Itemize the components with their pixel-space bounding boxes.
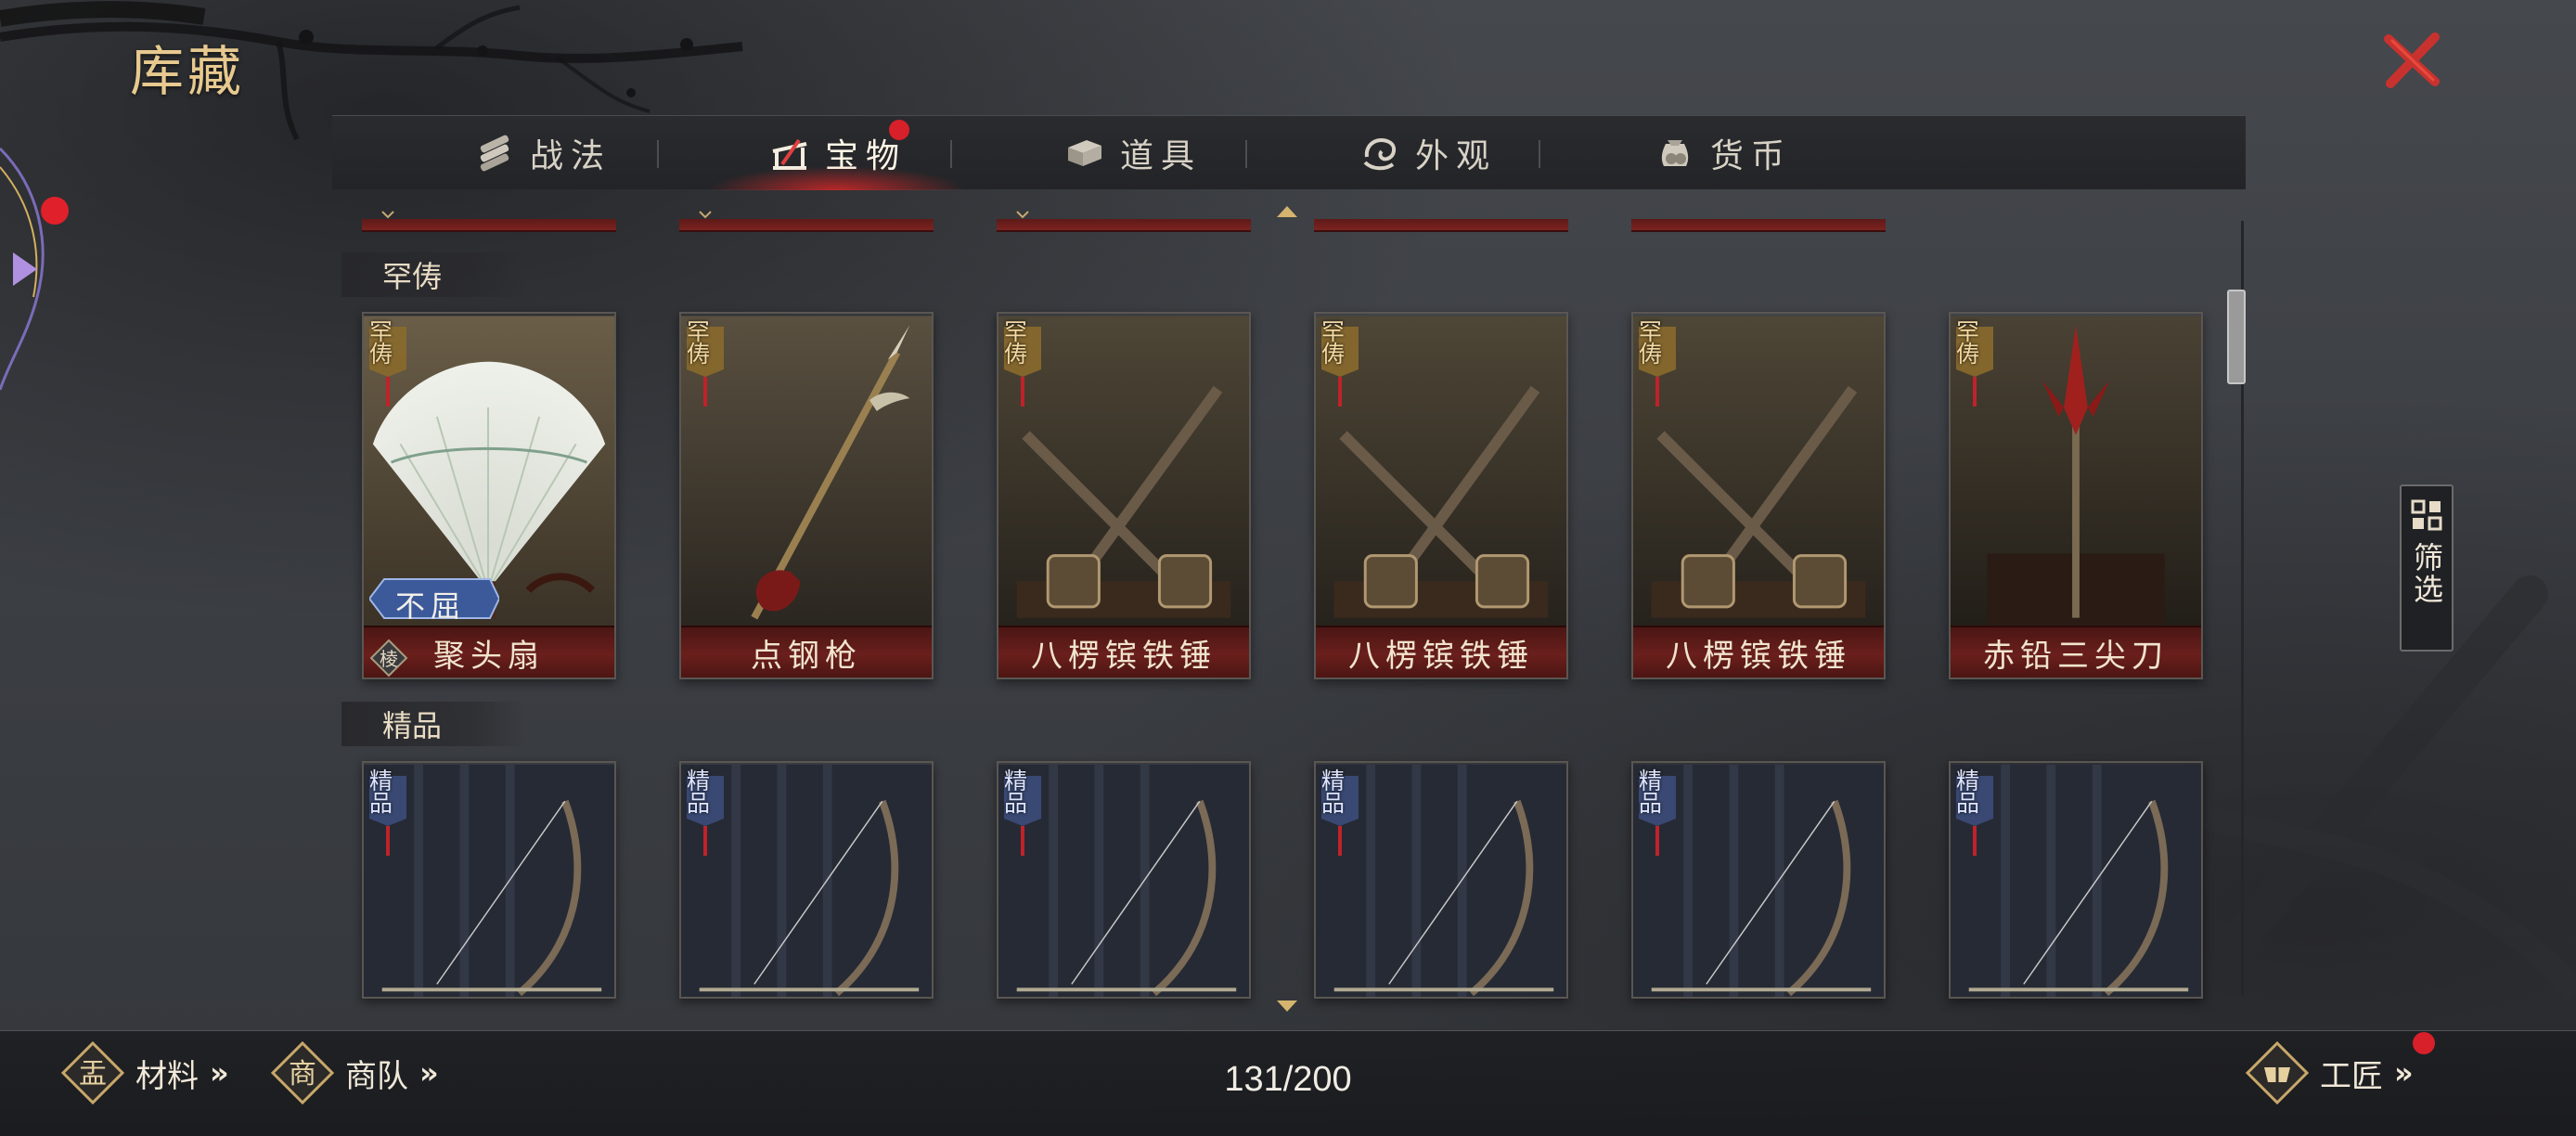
chevron-down-icon [1016, 211, 1029, 219]
treasure-card[interactable]: 罕俦 赤铅三尖刀 [1949, 312, 2203, 679]
filter-button[interactable]: 筛选 [2400, 484, 2454, 652]
tab-appearance[interactable]: 外观 [1288, 116, 1566, 190]
close-icon[interactable] [2379, 28, 2444, 93]
item-name: 八楞镔铁锤 [1316, 626, 1566, 678]
ribbon-label: 不屈 [395, 588, 467, 624]
treasure-card[interactable]: 罕俦 点钢枪 [679, 312, 934, 679]
rarity-badge-label: 精品 [687, 768, 711, 817]
section-label-fine: 精品 [341, 702, 527, 746]
scroll-up-icon[interactable] [1275, 204, 1299, 219]
materials-icon: 盂 [60, 1040, 125, 1105]
chevron-right-icon: » [2394, 1055, 2414, 1091]
rarity-badge-label: 精品 [1956, 768, 1980, 817]
treasure-card[interactable]: 精品 [997, 761, 1251, 999]
chevron-right-icon: » [210, 1055, 229, 1091]
swirl-icon [1363, 138, 1396, 171]
materials-label: 材料 [135, 1057, 199, 1095]
coin-bag-icon [1661, 140, 1689, 166]
tab-label: 道具 [1119, 137, 1202, 175]
tab-divider [950, 140, 952, 168]
rarity-badge-label: 罕俦 [1639, 318, 1663, 368]
previous-row-card-edge [1631, 219, 1886, 232]
item-name: 八楞镔铁锤 [998, 626, 1249, 678]
chevron-right-icon: » [419, 1055, 439, 1091]
scroll-down-icon[interactable] [1275, 999, 1299, 1013]
seal-text: 棱 [380, 648, 398, 670]
storage-count: 131/200 [1224, 1060, 1352, 1099]
item-name-text: 赤铅三尖刀 [1983, 637, 2169, 675]
tab-label: 货币 [1709, 137, 1792, 175]
treasure-card[interactable]: 精品 [679, 761, 934, 999]
item-name-text: 八楞镔铁锤 [1666, 637, 1851, 675]
treasure-card[interactable]: 精品 [1949, 761, 2203, 999]
tab-tactics[interactable]: 战法 [403, 116, 681, 190]
tab-treasures[interactable]: 宝物 [698, 116, 976, 190]
workshop-icon [2245, 1040, 2310, 1105]
section-label-rare: 罕俦 [341, 252, 527, 297]
tab-label: 战法 [529, 137, 612, 175]
treasure-card[interactable]: 精品 [362, 761, 616, 999]
tab-divider [1539, 140, 1540, 168]
tab-currency[interactable]: 货币 [1583, 116, 1861, 190]
treasure-card[interactable]: 精品 [1631, 761, 1886, 999]
rarity-badge-label: 精品 [1004, 768, 1028, 817]
tab-label: 外观 [1414, 137, 1497, 175]
rarity-badge-label: 罕俦 [369, 318, 393, 368]
scrollbar-thumb[interactable] [2227, 290, 2246, 384]
rarity-badge-label: 罕俦 [687, 318, 711, 368]
seal-icon: 棱 [369, 639, 408, 678]
tab-notification-dot [889, 120, 909, 140]
grid-filter-icon [2411, 499, 2442, 531]
tab-bar: 战法 宝物 道具 外观 货币 [332, 115, 2246, 190]
weapon-rack-icon [772, 138, 807, 170]
chevron-down-icon [381, 211, 394, 219]
caravan-icon: 商 [270, 1040, 335, 1105]
side-notification-dot [41, 197, 69, 225]
tab-items[interactable]: 道具 [993, 116, 1271, 190]
rarity-badge-label: 罕俦 [1956, 318, 1980, 368]
tab-divider [657, 140, 659, 168]
caravan-icon-char: 商 [289, 1058, 316, 1091]
item-name: 赤铅三尖刀 [1951, 626, 2201, 678]
item-name: 点钢枪 [681, 626, 932, 678]
workshop-notification-dot [2413, 1032, 2435, 1054]
treasure-card[interactable]: 罕俦 八楞镔铁锤 [1314, 312, 1568, 679]
item-name-text: 八楞镔铁锤 [1031, 637, 1217, 675]
tab-divider [1245, 140, 1247, 168]
scroll-bundle-icon [480, 135, 509, 172]
rarity-badge-label: 罕俦 [1321, 318, 1346, 368]
previous-row-card-edge [362, 219, 616, 232]
previous-row-card-edge [1314, 219, 1568, 232]
item-name-text: 点钢枪 [751, 637, 862, 675]
workshop-label: 工匠 [2320, 1057, 2383, 1095]
rarity-badge-label: 精品 [1321, 768, 1346, 817]
treasure-card[interactable]: 罕俦 八楞镔铁锤 [1631, 312, 1886, 679]
treasure-card[interactable]: 罕俦 八楞镔铁锤 [997, 312, 1251, 679]
rarity-badge-label: 罕俦 [1004, 318, 1028, 368]
rarity-badge-label: 精品 [369, 768, 393, 817]
side-expand-icon[interactable] [0, 139, 65, 399]
page-title: 库藏 [130, 40, 246, 103]
workshop-button[interactable]: 工匠 » [2244, 1039, 2414, 1106]
filter-label: 筛选 [2409, 542, 2444, 605]
caravan-button[interactable]: 商 商队 » [269, 1039, 439, 1106]
previous-row-card-edge [679, 219, 934, 232]
materials-button[interactable]: 盂 材料 » [59, 1039, 229, 1106]
materials-icon-char: 盂 [79, 1058, 107, 1091]
item-name-text: 八楞镔铁锤 [1348, 637, 1534, 675]
treasure-card[interactable]: 罕俦 不屈 聚头扇 棱 [362, 312, 616, 679]
previous-row-card-edge [997, 219, 1251, 232]
caravan-label: 商队 [345, 1057, 408, 1095]
rarity-badge-label: 精品 [1639, 768, 1663, 817]
item-name: 八楞镔铁锤 [1633, 626, 1884, 678]
item-name-text: 聚头扇 [433, 637, 545, 675]
chevron-down-icon [699, 211, 712, 219]
treasure-card[interactable]: 精品 [1314, 761, 1568, 999]
box-icon [1067, 140, 1101, 166]
